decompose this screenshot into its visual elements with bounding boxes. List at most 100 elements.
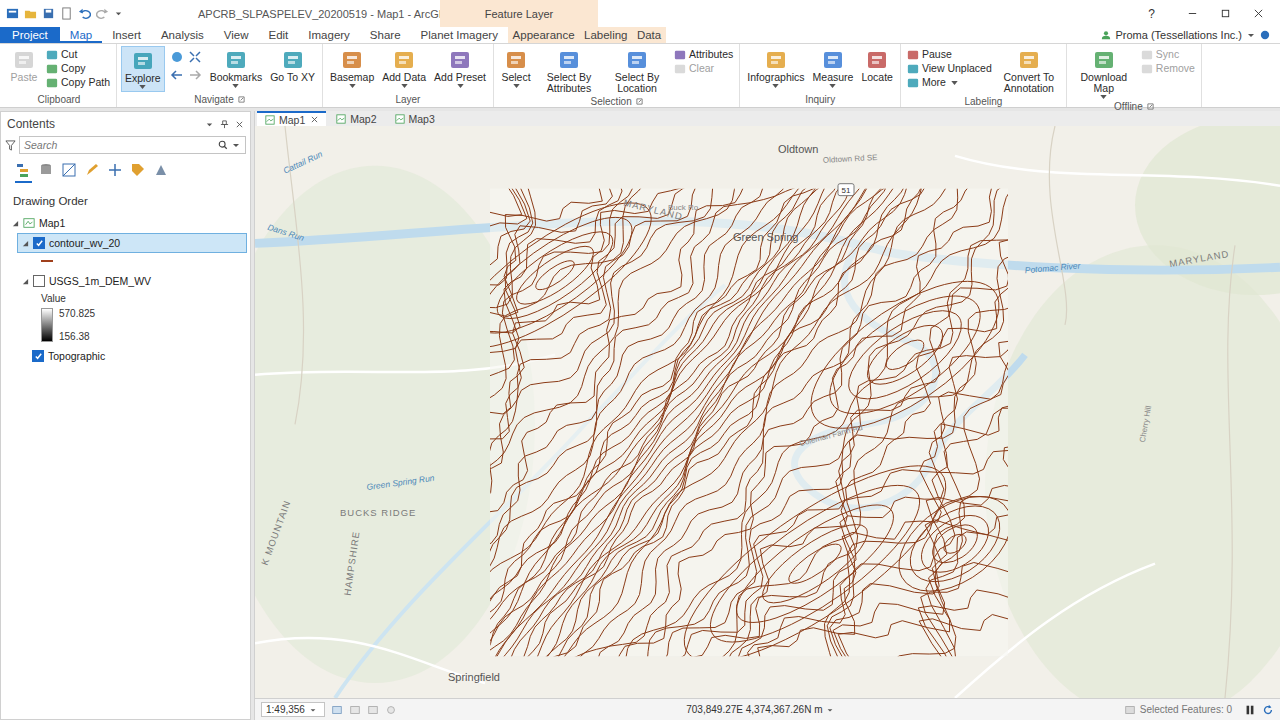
ribbon-tab[interactable]: Share xyxy=(360,27,411,43)
selection-icon[interactable] xyxy=(61,162,77,178)
options-icon[interactable] xyxy=(205,120,214,129)
user-account[interactable]: Proma (Tessellations Inc.) xyxy=(1101,27,1280,43)
ribbon-button[interactable]: Infographics xyxy=(744,46,807,90)
redo-icon[interactable] xyxy=(96,7,109,20)
ribbon-button[interactable]: Go To XY xyxy=(267,46,318,85)
open-icon[interactable] xyxy=(24,7,37,20)
coordinate-readout[interactable]: 703,849.27E 4,374,367.26N m xyxy=(686,704,834,715)
close-tab-icon[interactable] xyxy=(311,116,318,123)
layer-tree: Map1contour_wv_20USGS_1m_DEM_WVValue570.… xyxy=(1,213,250,366)
editing-icon[interactable] xyxy=(84,162,100,178)
quick-access-toolbar xyxy=(0,7,186,20)
tree-item[interactable]: Topographic xyxy=(27,346,247,366)
ribbon-tab[interactable]: Project xyxy=(0,27,60,43)
ribbon-button[interactable]: Bookmarks xyxy=(207,46,266,90)
tree-item[interactable]: USGS_1m_DEM_WV xyxy=(17,271,247,291)
ribbon-small-button[interactable]: Clear xyxy=(672,62,735,75)
ribbon-small-button[interactable]: Copy Path xyxy=(44,76,112,89)
save-icon[interactable] xyxy=(42,7,55,20)
visibility-checkbox[interactable] xyxy=(32,350,44,362)
ribbon-tab[interactable]: Labeling xyxy=(580,27,631,43)
full-extent-icon[interactable] xyxy=(170,50,184,64)
tree-item[interactable]: Map1 xyxy=(7,213,247,233)
visibility-checkbox[interactable] xyxy=(33,237,45,249)
ribbon-small-button[interactable]: Pause xyxy=(905,48,994,61)
map-tab[interactable]: Map2 xyxy=(328,111,384,126)
selected-features[interactable]: Selected Features: 0 xyxy=(1124,704,1232,716)
pin-icon[interactable] xyxy=(220,120,229,129)
ribbon-small-button[interactable]: Cut xyxy=(44,48,112,61)
app-icon[interactable] xyxy=(6,7,19,20)
ribbon-button[interactable]: Add Data xyxy=(379,46,429,90)
ribbon-small-button[interactable]: Sync xyxy=(1139,48,1197,61)
charts-icon[interactable] xyxy=(153,162,169,178)
ribbon-button[interactable]: Explore xyxy=(121,46,165,92)
dialog-launcher-icon[interactable] xyxy=(238,96,245,103)
ribbon-small-button[interactable]: Attributes xyxy=(672,48,735,61)
ribbon-tab[interactable]: Edit xyxy=(258,27,298,43)
minimize-icon[interactable] xyxy=(1187,8,1198,19)
line-symbol[interactable] xyxy=(41,260,53,262)
data-source-icon[interactable] xyxy=(38,162,54,178)
dropdown-icon xyxy=(139,85,146,89)
expander-icon[interactable] xyxy=(12,220,19,227)
ribbon-button[interactable]: Basemap xyxy=(327,46,377,90)
close-icon[interactable] xyxy=(1253,8,1264,19)
ribbon-button[interactable]: Select By Location xyxy=(604,46,670,96)
close-icon[interactable] xyxy=(235,120,244,129)
fixed-zoom-icon[interactable] xyxy=(188,50,202,64)
view-3d-icon[interactable] xyxy=(331,704,343,716)
constraint-icon[interactable] xyxy=(385,704,397,716)
visibility-checkbox[interactable] xyxy=(33,275,45,287)
topographic-basemap[interactable]: 51OldtownOldtown Rd SEMARYLANDBuck RoGre… xyxy=(255,126,1280,698)
next-extent-icon[interactable] xyxy=(188,68,202,82)
map-canvas[interactable]: 51OldtownOldtown Rd SEMARYLANDBuck RoGre… xyxy=(255,126,1280,698)
drawing-order-icon[interactable] xyxy=(15,162,31,178)
maximize-icon[interactable] xyxy=(1220,8,1231,19)
notification-icon[interactable] xyxy=(1260,30,1270,40)
dialog-launcher-icon[interactable] xyxy=(636,98,643,105)
ribbon-button[interactable]: Measure xyxy=(810,46,857,90)
ribbon-tab[interactable]: Appearance xyxy=(509,27,579,43)
map-tab[interactable]: Map3 xyxy=(387,111,443,126)
ribbon-button[interactable]: Convert To Annotation xyxy=(996,46,1062,96)
ribbon-button[interactable]: Download Map xyxy=(1071,46,1137,101)
ribbon-small-button[interactable]: Remove xyxy=(1139,62,1197,75)
labeling-icon[interactable] xyxy=(130,162,146,178)
color-ramp[interactable] xyxy=(41,308,53,342)
ribbon-button[interactable]: Select By Attributes xyxy=(536,46,602,96)
expander-icon[interactable] xyxy=(22,240,29,247)
help-button[interactable]: ? xyxy=(1148,7,1155,21)
expander-icon[interactable] xyxy=(22,278,29,285)
ribbon-tab[interactable]: View xyxy=(214,27,259,43)
ribbon-tab[interactable]: Map xyxy=(60,27,102,43)
ribbon-button[interactable]: Locate xyxy=(858,46,896,85)
filter-icon[interactable] xyxy=(5,140,16,151)
snapping-icon[interactable] xyxy=(367,704,379,716)
ribbon-small-button[interactable]: More xyxy=(905,76,994,89)
ribbon-tab[interactable]: Imagery xyxy=(298,27,360,43)
scale-field[interactable]: 1:49,356 xyxy=(261,702,325,717)
snapping-icon[interactable] xyxy=(107,162,123,178)
ribbon-tab[interactable]: Planet Imagery xyxy=(411,27,508,43)
grid-icon[interactable] xyxy=(349,704,361,716)
map-label: Buck Ro xyxy=(668,203,699,212)
previous-extent-icon[interactable] xyxy=(170,68,184,82)
ribbon-tab[interactable]: Data xyxy=(633,27,665,43)
dialog-launcher-icon[interactable] xyxy=(1147,103,1154,110)
ribbon-button[interactable]: Paste xyxy=(6,46,42,85)
ribbon-tab[interactable]: Insert xyxy=(102,27,151,43)
search-field[interactable]: Search xyxy=(19,136,246,154)
ribbon-tab[interactable]: Analysis xyxy=(151,27,214,43)
ribbon-button[interactable]: Add Preset xyxy=(431,46,489,90)
new-icon[interactable] xyxy=(60,7,73,20)
ribbon-small-button[interactable]: View Unplaced xyxy=(905,62,994,75)
customize-icon[interactable] xyxy=(114,9,123,18)
undo-icon[interactable] xyxy=(78,7,91,20)
map-tab[interactable]: Map1 xyxy=(257,111,326,126)
tree-item[interactable]: contour_wv_20 xyxy=(17,233,247,253)
ribbon-button[interactable]: Select xyxy=(498,46,534,90)
refresh-icon[interactable] xyxy=(1262,704,1274,716)
ribbon-small-button[interactable]: Copy xyxy=(44,62,112,75)
pause-drawing-icon[interactable] xyxy=(1244,704,1256,716)
